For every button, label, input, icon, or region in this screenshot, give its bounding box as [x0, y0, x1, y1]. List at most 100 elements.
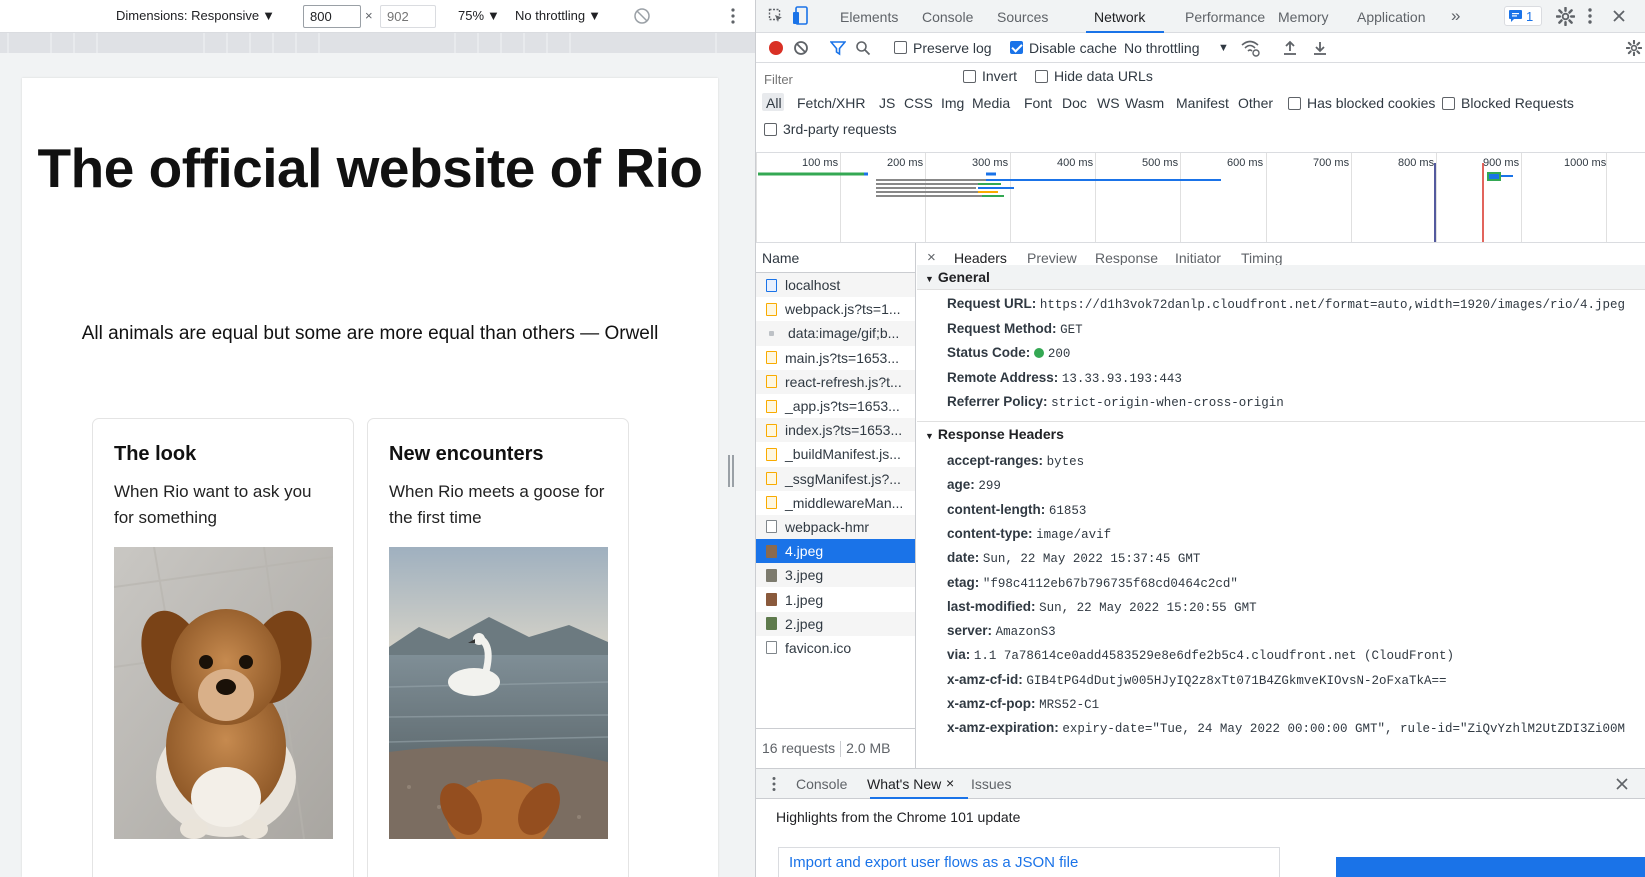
times-separator: ×: [365, 8, 373, 23]
request-row[interactable]: react-refresh.js?t...: [756, 369, 915, 394]
request-row[interactable]: webpack.js?ts=1...: [756, 297, 915, 321]
hide-data-urls-checkbox[interactable]: [1035, 70, 1048, 83]
header-row: age: 299: [947, 477, 1001, 493]
type-filter-fetch-xhr[interactable]: Fetch/XHR: [797, 95, 865, 111]
request-row[interactable]: webpack-hmr: [756, 514, 915, 540]
request-row[interactable]: _buildManifest.js...: [756, 442, 915, 466]
issues-badge[interactable]: 1: [1504, 6, 1542, 26]
drawer-tab-issues[interactable]: Issues: [971, 776, 1011, 792]
filter-input[interactable]: [762, 69, 947, 89]
close-drawer-icon[interactable]: [1616, 778, 1628, 790]
record-icon[interactable]: [768, 40, 784, 56]
name-column-header[interactable]: Name: [756, 243, 915, 273]
image-file-icon: [766, 593, 777, 607]
disable-cache-label: Disable cache: [1029, 40, 1117, 56]
customize-menu-icon[interactable]: [1586, 7, 1594, 27]
whats-new-card-link[interactable]: Import and export user flows as a JSON f…: [778, 847, 1280, 877]
general-section-header[interactable]: ▼ General: [917, 265, 1645, 290]
type-filter-all[interactable]: All: [766, 95, 782, 111]
settings-gear-icon[interactable]: [1556, 7, 1575, 26]
tab-console[interactable]: Console: [922, 9, 973, 25]
network-overview-timeline[interactable]: 100 ms 200 ms 300 ms 400 ms 500 ms 600 m…: [756, 153, 1645, 243]
tab-sources[interactable]: Sources: [997, 9, 1048, 25]
zoom-dropdown[interactable]: 75% ▼: [458, 8, 500, 23]
more-tabs-button[interactable]: »: [1451, 6, 1460, 26]
image-file-icon: [766, 544, 777, 558]
header-key: content-type:: [947, 525, 1033, 541]
type-filter-font[interactable]: Font: [1024, 95, 1052, 111]
resize-handle[interactable]: [728, 455, 734, 487]
tab-initiator[interactable]: Initiator: [1175, 250, 1221, 266]
request-name: _buildManifest.js...: [785, 446, 901, 463]
third-party-checkbox[interactable]: [764, 123, 777, 136]
request-row[interactable]: localhost: [756, 273, 915, 298]
invert-checkbox[interactable]: [963, 70, 976, 83]
request-row[interactable]: 3.jpeg: [756, 563, 915, 588]
type-filter-ws[interactable]: WS: [1097, 95, 1120, 111]
drawer-menu-icon[interactable]: [771, 776, 777, 792]
type-filter-img[interactable]: Img: [941, 95, 964, 111]
filter-bar: Invert Hide data URLs All Fetch/XHR JS C…: [756, 63, 1645, 153]
type-filter-wasm[interactable]: Wasm: [1125, 95, 1164, 111]
has-blocked-cookies-checkbox[interactable]: [1288, 97, 1301, 110]
close-tab-icon[interactable]: ×: [946, 775, 954, 791]
dimensions-dropdown[interactable]: Dimensions: Responsive ▼: [116, 8, 275, 23]
network-settings-icon[interactable]: [1626, 40, 1642, 56]
type-filter-css[interactable]: CSS: [904, 95, 933, 111]
media-query-ruler[interactable]: [0, 33, 755, 53]
response-headers-section-header[interactable]: ▼ Response Headers: [917, 421, 1645, 446]
header-value: expiry-date="Tue, 24 May 2022 00:00:00 G…: [1062, 722, 1625, 737]
header-key: Request Method:: [947, 320, 1057, 336]
request-row[interactable]: data:image/gif;b...: [756, 321, 915, 346]
request-row[interactable]: index.js?ts=1653...: [756, 418, 915, 443]
request-row[interactable]: _middlewareMan...: [756, 491, 915, 515]
tab-preview[interactable]: Preview: [1027, 250, 1077, 266]
throttling-dropdown[interactable]: No throttling ▼: [515, 8, 601, 23]
disable-cache-checkbox[interactable]: [1010, 41, 1023, 54]
request-summary: 16 requests 2.0 MB: [756, 728, 916, 768]
header-key: content-length:: [947, 501, 1046, 517]
tab-application[interactable]: Application: [1357, 9, 1426, 25]
type-filter-js[interactable]: JS: [879, 95, 895, 111]
width-input[interactable]: [303, 5, 361, 28]
request-row[interactable]: 4.jpeg: [756, 539, 915, 564]
request-row[interactable]: 2.jpeg: [756, 611, 915, 636]
throttling-label: No throttling: [515, 8, 586, 23]
more-options-icon[interactable]: [726, 6, 740, 26]
network-throttling-select[interactable]: No throttling: [1124, 40, 1199, 56]
header-value: MRS52-C1: [1039, 698, 1100, 712]
type-filter-manifest[interactable]: Manifest: [1176, 95, 1229, 111]
network-conditions-icon[interactable]: [1240, 39, 1260, 57]
tab-network[interactable]: Network: [1094, 9, 1145, 25]
import-har-icon[interactable]: [1283, 40, 1297, 56]
search-icon[interactable]: [855, 40, 871, 56]
tab-headers[interactable]: Headers: [954, 250, 1007, 266]
request-name: 2.jpeg: [785, 615, 824, 632]
request-row[interactable]: favicon.ico: [756, 636, 915, 660]
preserve-log-checkbox[interactable]: [894, 41, 907, 54]
clear-icon[interactable]: [793, 40, 809, 56]
drawer-tab-console[interactable]: Console: [796, 776, 847, 792]
device-toggle-icon[interactable]: [792, 6, 810, 26]
filter-icon[interactable]: [830, 40, 846, 56]
drawer-tab-whats-new[interactable]: What's New: [867, 776, 941, 792]
rotate-disabled-icon[interactable]: [632, 6, 652, 26]
export-har-icon[interactable]: [1313, 40, 1327, 56]
request-row[interactable]: main.js?ts=1653...: [756, 346, 915, 370]
request-row[interactable]: 1.jpeg: [756, 587, 915, 611]
type-filter-other[interactable]: Other: [1238, 95, 1273, 111]
tab-response[interactable]: Response: [1095, 250, 1158, 266]
close-devtools-icon[interactable]: [1612, 9, 1626, 23]
tab-elements[interactable]: Elements: [840, 9, 898, 25]
tab-timing[interactable]: Timing: [1241, 250, 1283, 266]
request-row[interactable]: _app.js?ts=1653...: [756, 394, 915, 418]
tab-performance[interactable]: Performance: [1185, 9, 1265, 25]
request-row[interactable]: _ssgManifest.js?...: [756, 466, 915, 491]
close-details-button[interactable]: ×: [927, 249, 936, 266]
height-input[interactable]: [380, 5, 436, 28]
blocked-requests-checkbox[interactable]: [1442, 97, 1455, 110]
type-filter-doc[interactable]: Doc: [1062, 95, 1087, 111]
tab-memory[interactable]: Memory: [1278, 9, 1329, 25]
type-filter-media[interactable]: Media: [972, 95, 1010, 111]
inspect-element-icon[interactable]: [768, 8, 784, 24]
